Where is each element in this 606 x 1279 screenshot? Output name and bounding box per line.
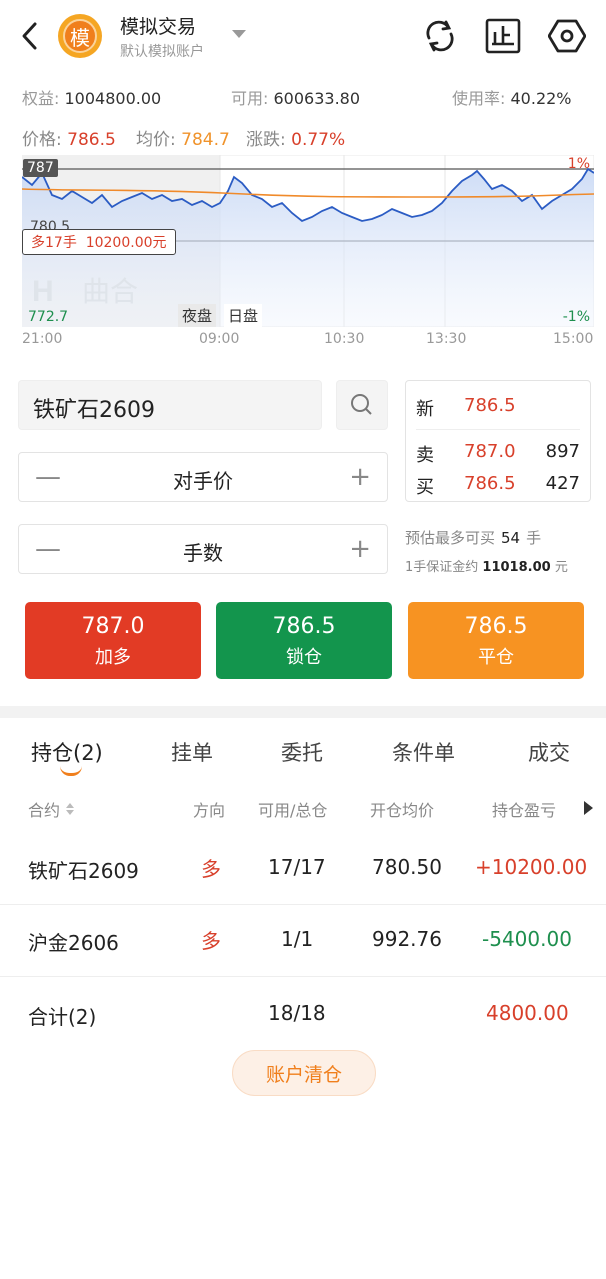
max-buy-estimate: 预估最多可买 54 手 (405, 529, 542, 547)
ask-volume: 897 (545, 441, 580, 462)
position-line-tag[interactable]: 多17手 10200.00元 (22, 229, 176, 255)
watermark-text: 曲合 (82, 275, 138, 308)
settings-hex-icon[interactable] (548, 17, 586, 55)
back-arrow-icon[interactable] (14, 18, 44, 54)
active-tab-indicator (60, 766, 82, 776)
x-tick: 09:00 (199, 331, 240, 347)
refresh-icon[interactable] (421, 17, 459, 55)
total-row: 合计(2) 18/18 4800.00 (28, 1001, 569, 1029)
sort-icon (66, 803, 75, 815)
x-tick: 21:00 (22, 331, 63, 347)
scroll-right-icon[interactable] (584, 801, 593, 815)
table-row[interactable]: 铁矿石2609 多 17/17 780.50 +10200.00 (0, 833, 606, 905)
x-tick: 10:30 (324, 331, 365, 347)
current-price-tag: 787 (23, 159, 58, 177)
stop-icon[interactable] (484, 17, 522, 55)
tab-pending[interactable]: 挂单 (171, 737, 213, 767)
col-pnl: 持仓盈亏 (492, 801, 557, 820)
x-tick: 15:00 (553, 331, 594, 347)
change: 涨跌: 0.77% (246, 130, 346, 150)
search-icon[interactable] (336, 380, 388, 430)
last-label: 新 (416, 399, 434, 420)
col-contract[interactable]: 合约 (28, 797, 75, 821)
lock-position-button[interactable]: 786.5 锁仓 (216, 602, 392, 679)
quantity-stepper[interactable]: — 手数 + (18, 524, 388, 574)
caret-down-icon[interactable] (232, 30, 246, 38)
day-session-toggle[interactable]: 日盘 (224, 304, 263, 327)
margin-per-lot: 1手保证金约 11018.00 元 (405, 560, 568, 575)
price-stepper[interactable]: — 对手价 + (18, 452, 388, 502)
col-direction: 方向 (193, 801, 226, 820)
price-type-label[interactable]: 对手价 (19, 465, 387, 494)
equity: 权益: 1004800.00 (22, 89, 162, 108)
watermark-logo: H (32, 275, 54, 308)
col-avg-price: 开仓均价 (370, 801, 435, 820)
bid-price[interactable]: 786.5 (464, 473, 516, 494)
tab-trades[interactable]: 成交 (528, 737, 570, 767)
account-subtitle[interactable]: 默认模拟账户 (120, 41, 204, 61)
col-qty: 可用/总仓 (258, 801, 328, 820)
account-logo: 模 (58, 14, 102, 58)
price: 价格: 786.5 (22, 130, 116, 150)
close-all-button[interactable]: 账户清仓 (232, 1050, 376, 1096)
intraday-chart[interactable]: H 曲合 787 1% 780.5 多17手 10200.00元 772.7 -… (21, 154, 595, 328)
table-row[interactable]: 沪金2606 多 1/1 992.76 -5400.00 (0, 905, 606, 977)
night-session-toggle[interactable]: 夜盘 (178, 304, 217, 327)
add-long-button[interactable]: 787.0 加多 (25, 602, 201, 679)
usage-rate: 使用率: 40.22% (452, 89, 572, 108)
avg-price: 均价: 784.7 (136, 130, 230, 150)
ask-price[interactable]: 787.0 (464, 441, 516, 462)
tab-positions[interactable]: 持仓(2) (31, 737, 103, 767)
symbol-input[interactable]: 铁矿石2609 (18, 380, 322, 430)
chart-low-label: 772.7 (28, 309, 69, 325)
tab-orders[interactable]: 委托 (281, 737, 323, 767)
bid-volume: 427 (545, 473, 580, 494)
x-tick: 13:30 (426, 331, 467, 347)
price-plus-button[interactable]: + (349, 462, 371, 492)
close-position-button[interactable]: 786.5 平仓 (408, 602, 584, 679)
ask-label: 卖 (416, 445, 434, 466)
quote-panel: 新 786.5 卖 787.0 897 买 786.5 427 (405, 380, 591, 502)
quantity-input[interactable]: 手数 (19, 537, 387, 566)
available: 可用: 600633.80 (231, 89, 361, 108)
chart-bottom-pct: -1% (562, 309, 590, 325)
last-price: 786.5 (464, 395, 516, 416)
tab-conditional[interactable]: 条件单 (392, 737, 455, 767)
account-title[interactable]: 模拟交易 (120, 12, 196, 39)
quantity-plus-button[interactable]: + (349, 534, 371, 564)
section-divider (0, 706, 606, 718)
chart-top-pct: 1% (567, 156, 590, 172)
bid-label: 买 (416, 477, 434, 498)
